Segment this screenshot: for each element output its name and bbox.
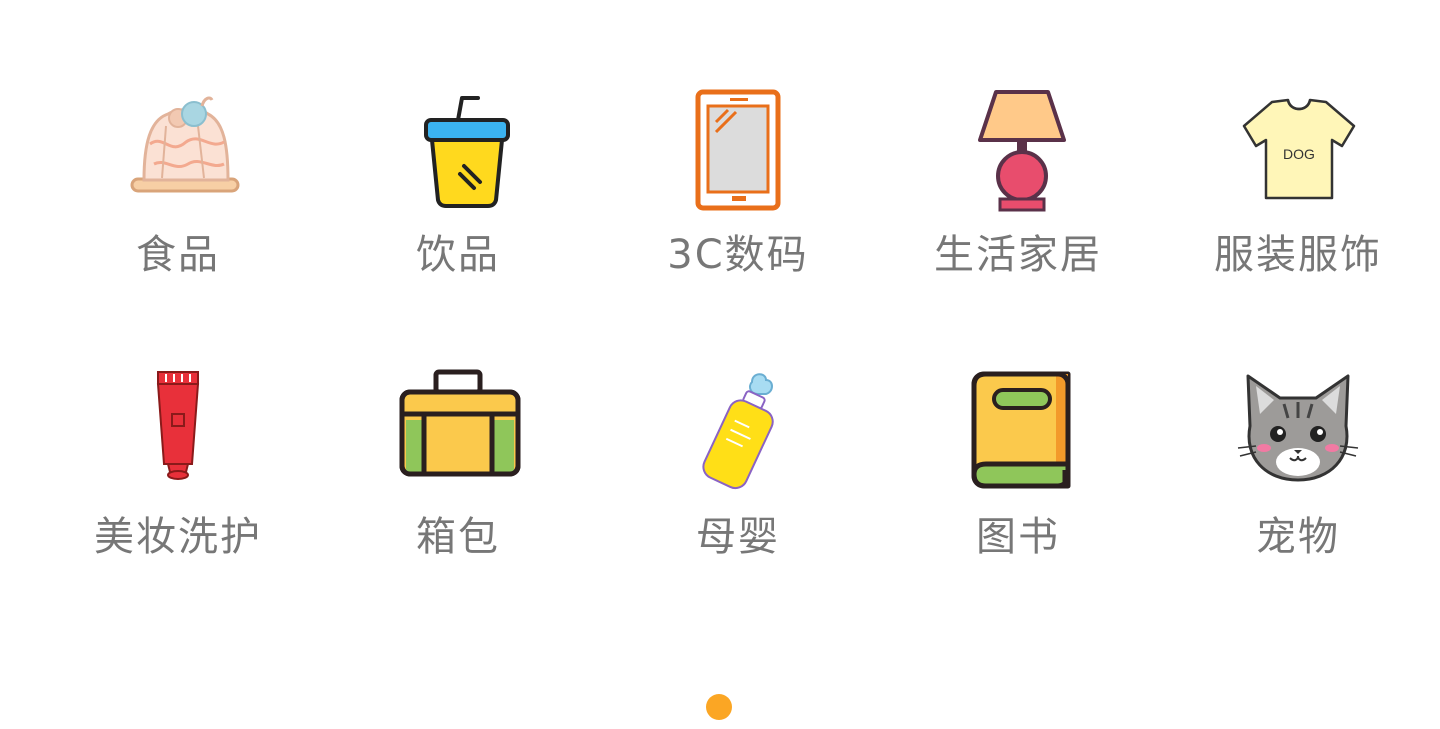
category-drinks[interactable]: 饮品 (318, 80, 598, 362)
category-grid: 食品 饮品 3C数码 生活家居 DOG 服装服饰 美妆洗护 箱包 母婴 图书 宠… (38, 80, 1438, 644)
category-label: 母婴 (696, 514, 780, 560)
category-beauty[interactable]: 美妆洗护 (38, 362, 318, 644)
category-label: 生活家居 (934, 232, 1102, 278)
category-bags[interactable]: 箱包 (318, 362, 598, 644)
category-label: 图书 (976, 514, 1060, 560)
book-icon (948, 362, 1088, 502)
category-label: 箱包 (416, 514, 500, 560)
category-label: 宠物 (1256, 514, 1340, 560)
tablet-icon (668, 80, 808, 220)
cosmetic-tube-icon (108, 362, 248, 502)
category-label: 美妆洗护 (94, 514, 262, 560)
category-pets[interactable]: 宠物 (1158, 362, 1438, 644)
cat-icon (1228, 362, 1368, 502)
drink-cup-icon (388, 80, 528, 220)
table-lamp-icon (948, 80, 1088, 220)
suitcase-icon (388, 362, 528, 502)
pudding-icon (108, 80, 248, 220)
category-books[interactable]: 图书 (878, 362, 1158, 644)
category-label: 3C数码 (667, 232, 809, 278)
category-label: 饮品 (416, 232, 500, 278)
category-apparel[interactable]: DOG 服装服饰 (1158, 80, 1438, 362)
baby-bottle-icon (668, 362, 808, 502)
category-mother-baby[interactable]: 母婴 (598, 362, 878, 644)
category-home[interactable]: 生活家居 (878, 80, 1158, 362)
category-label: 食品 (136, 232, 220, 278)
tshirt-icon: DOG (1228, 80, 1368, 220)
tshirt-print-text: DOG (1283, 146, 1315, 162)
category-digital[interactable]: 3C数码 (598, 80, 878, 362)
category-food[interactable]: 食品 (38, 80, 318, 362)
page-indicator-dot[interactable] (706, 694, 732, 720)
category-label: 服装服饰 (1214, 232, 1382, 278)
